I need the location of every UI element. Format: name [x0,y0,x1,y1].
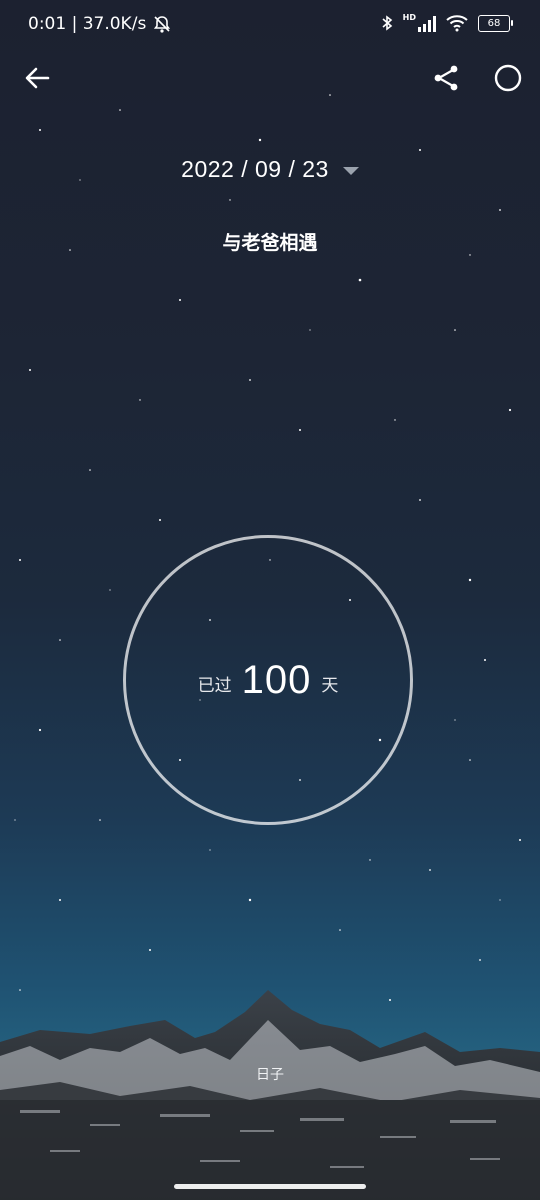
mute-bell-icon [154,16,171,33]
day-counter: 已过 100 天 [123,535,413,825]
battery-indicator: 68 [478,14,513,32]
event-date: 2022 / 09 / 23 [181,156,329,182]
date-selector[interactable]: 2022 / 09 / 23 [0,156,540,183]
counter-suffix: 天 [321,675,339,696]
share-icon [434,65,458,91]
back-button[interactable] [22,62,54,94]
dropdown-caret-icon [342,166,359,175]
status-left: 0:01 | 37.0K/s [28,14,172,34]
signal-icon [418,16,436,32]
display-mode-button[interactable] [492,62,524,94]
status-time-speed: 0:01 | 37.0K/s [28,14,147,34]
status-bar: 0:01 | 37.0K/s HD 68 [0,0,540,52]
status-right: HD 68 [381,14,513,32]
footer-label: 日子 [256,1067,284,1083]
event-title: 与老爸相遇 [222,232,318,254]
share-button[interactable] [430,62,462,94]
network-badge: HD [403,14,436,32]
wifi-icon [446,15,468,32]
mountain-silhouette [0,990,540,1200]
circle-icon [494,64,522,92]
arrow-left-icon [25,67,50,89]
home-indicator[interactable] [174,1184,366,1189]
counter-value: 100 [241,657,312,702]
counter-prefix: 已过 [197,675,232,696]
top-app-bar [0,52,540,104]
bluetooth-icon [382,15,392,31]
